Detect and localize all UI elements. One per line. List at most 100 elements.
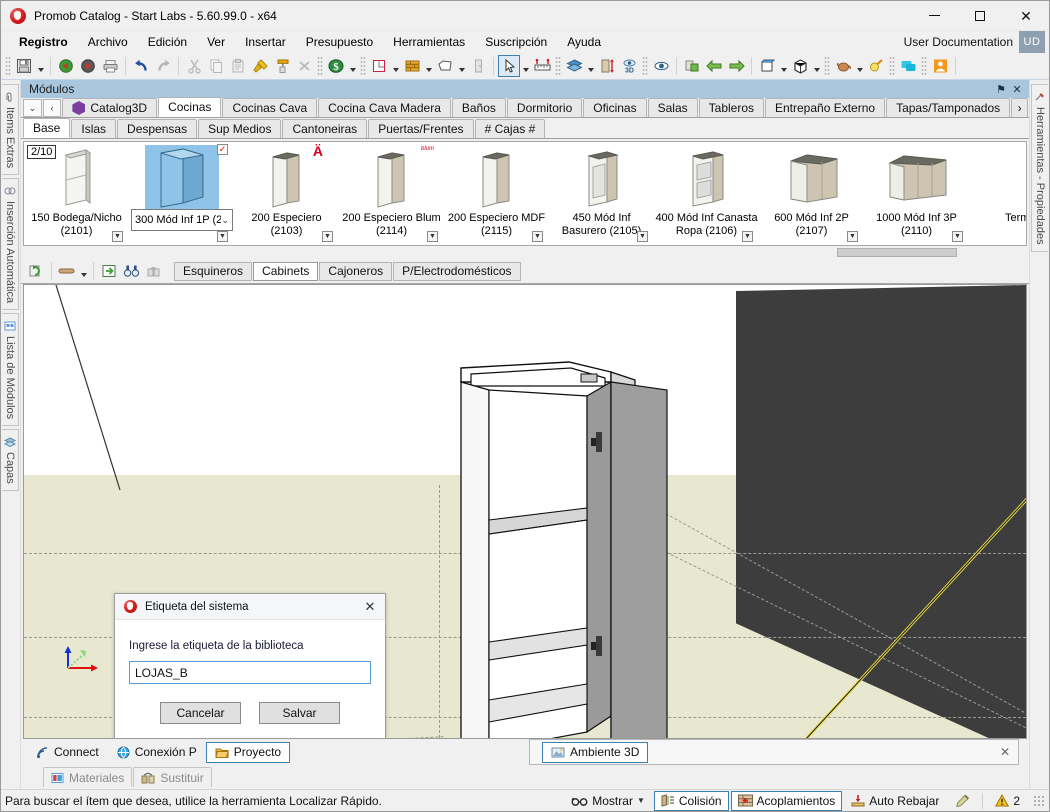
bottom-tab-sustituir[interactable]: Sustituir [133,767,212,787]
auto-rebajar-button[interactable]: Auto Rebajar [844,791,946,811]
open-green-icon[interactable] [55,55,77,77]
box-closed-icon[interactable] [789,55,811,77]
layers-icon[interactable] [563,55,585,77]
module-item-2107[interactable]: ▼ 600 Mód Inf 2P (2107) [759,142,864,245]
menu-item-archivo[interactable]: Archivo [78,33,138,51]
tab-tapas-tamponados[interactable]: Tapas/Tamponados [886,98,1011,117]
module-item-2114[interactable]: blum ▼ 200 Especiero Blum (2114) [339,142,444,245]
scrollbar-thumb[interactable] [837,248,957,257]
toolbar-grip[interactable] [360,56,366,76]
insert-icon[interactable] [98,260,120,282]
module-item-2103[interactable]: Ä ▼ 200 Especiero (2103) [234,142,339,245]
menu-item-ver[interactable]: Ver [197,33,235,51]
wall-icon[interactable] [401,55,423,77]
menu-item-suscripcion[interactable]: Suscripción [475,33,557,51]
user-badge[interactable]: UD [1019,31,1045,53]
currency-icon[interactable]: $ [325,55,347,77]
save-dropdown-arrow[interactable] [35,55,46,77]
bottom-tab-conexion-p[interactable]: Conexión P [108,742,206,763]
mostrar-button[interactable]: Mostrar ▼ [564,791,652,811]
light-bulb-icon[interactable] [865,55,887,77]
print-icon[interactable] [99,55,121,77]
pin-icon[interactable]: ⚑ [993,81,1009,97]
save-icon[interactable] [13,55,35,77]
expand-icon[interactable]: ▼ [637,231,648,242]
tab-scroll-prev-icon[interactable]: ‹ [42,99,62,117]
sidebar-item-items-extras[interactable]: Items Extras [2,84,19,176]
chevron-down-icon[interactable]: ▼ [637,796,645,805]
paint-roller-icon[interactable] [271,55,293,77]
module-variant-combobox[interactable]: 300 Mód Inf 1P (2 ⌄ [131,209,233,231]
polygon-dropdown-arrow[interactable] [456,55,467,77]
select-dropdown-arrow[interactable] [520,55,531,77]
menu-item-ayuda[interactable]: Ayuda [557,33,611,51]
module-item-2102[interactable]: ✓ ▼ 300 Mód Inf 1P (2 ⌄ [129,142,234,245]
box-open-dropdown-arrow[interactable] [778,55,789,77]
dialog-close-button[interactable]: ✕ [361,598,379,616]
undo-icon[interactable] [130,55,152,77]
panel-close-icon[interactable]: ✕ [1009,81,1025,97]
paste-icon[interactable] [227,55,249,77]
refresh-module-icon[interactable] [25,260,47,282]
expand-icon[interactable]: ▼ [532,231,543,242]
viewport-tab-close-icon[interactable]: ✕ [1000,745,1018,759]
cancel-button[interactable]: Cancelar [160,702,241,724]
tab-tableros[interactable]: Tableros [698,98,764,117]
cut-icon[interactable] [183,55,205,77]
toolbar-grip[interactable] [642,56,648,76]
subtab-base[interactable]: Base [23,118,71,138]
toolbar-grip[interactable] [889,56,895,76]
subtab-cajas[interactable]: # Cajas # [474,119,546,138]
door-icon[interactable] [467,55,489,77]
user-icon[interactable] [929,55,951,77]
viewport-tab-ambiente-3d[interactable]: Ambiente 3D [542,741,649,763]
height-icon[interactable] [596,55,618,77]
tab-list-dropdown-icon[interactable]: ⌄ [23,99,42,117]
minimize-button[interactable] [911,1,957,31]
subtab-islas[interactable]: Islas [71,119,117,138]
copy-icon[interactable] [205,55,227,77]
colision-button[interactable]: Colisión [653,790,729,811]
acoplamientos-button[interactable]: Acoplamientos [730,790,843,811]
bottom-tab-proyecto[interactable]: Proyecto [205,741,291,763]
expand-icon[interactable]: ▼ [952,231,963,242]
box-open-icon[interactable] [756,55,778,77]
module-item-2106[interactable]: ▼ 400 Mód Inf Canasta Ropa (2106) [654,142,759,245]
box-closed-dropdown-arrow[interactable] [811,55,822,77]
expand-icon[interactable]: ▼ [847,231,858,242]
expand-icon[interactable]: ▼ [217,231,228,242]
expand-icon[interactable]: ▼ [742,231,753,242]
open-red-icon[interactable] [77,55,99,77]
layers-dropdown-arrow[interactable] [585,55,596,77]
bottom-tab-materiales[interactable]: Materiales [43,767,133,787]
save-button[interactable]: Salvar [259,702,340,724]
room-plan-dropdown-arrow[interactable] [390,55,401,77]
subtab-cabinets[interactable]: Cabinets [253,261,319,281]
tab-entrepano-externo[interactable]: Entrepaño Externo [765,98,886,117]
menu-item-herramientas[interactable]: Herramientas [383,33,475,51]
toolbar-grip[interactable] [555,56,561,76]
tab-scroll-next-icon[interactable]: › [1011,98,1028,117]
room-plan-icon[interactable] [368,55,390,77]
maximize-button[interactable] [957,1,1003,31]
tab-catalog3d[interactable]: Catalog3D [62,98,158,117]
tab-salas[interactable]: Salas [647,98,698,117]
thumbnail-scrollbar[interactable] [23,247,1027,259]
bottom-tab-connect[interactable]: Connect [27,742,108,763]
subtab-sup-medios[interactable]: Sup Medios [198,119,282,138]
subtab-puertas-frentes[interactable]: Puertas/Frentes [368,119,474,138]
arrow-left-icon[interactable] [703,55,725,77]
module-item-2110[interactable]: ▼ 1000 Mód Inf 3P (2110) [864,142,969,245]
chevron-down-icon[interactable]: ⌄ [221,215,229,226]
cabinet-3d-model[interactable] [459,360,669,739]
menu-item-presupuesto[interactable]: Presupuesto [296,33,383,51]
subtab-electrodomesticos[interactable]: P/Electrodomésticos [393,261,521,281]
view3d-icon[interactable]: 3D [618,55,640,77]
expand-icon[interactable]: ▼ [427,231,438,242]
select-arrow-icon[interactable] [498,55,520,77]
library-label-input[interactable] [129,661,371,684]
measure-icon[interactable] [531,55,553,77]
viewport-3d[interactable]: Etiqueta del sistema ✕ Ingrese la etique… [23,284,1027,739]
render-icon[interactable] [681,55,703,77]
module-item-2115[interactable]: ▼ 200 Especiero MDF (2115) [444,142,549,245]
